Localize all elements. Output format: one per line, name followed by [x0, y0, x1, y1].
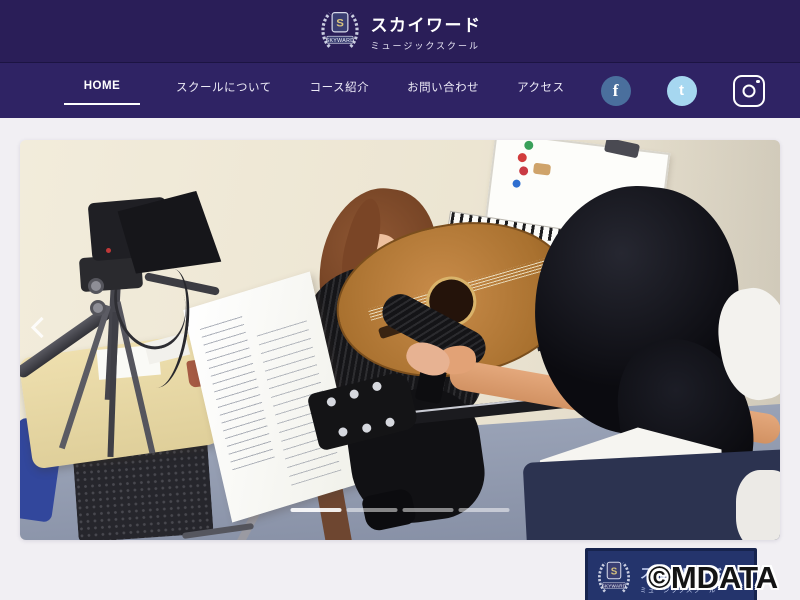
crest-brand-text: SKYWARD: [325, 38, 354, 44]
student-shirt-sleeve: [736, 470, 780, 540]
nav-item-about[interactable]: スクールについて: [174, 75, 274, 106]
carousel-indicator-1[interactable]: [291, 508, 342, 512]
instagram-lens-shape: [742, 84, 755, 97]
main-content: S SKYWARD スカイワード ミュージックスクール: [0, 140, 800, 600]
tuning-peg: [372, 381, 383, 392]
carousel-indicator-2[interactable]: [347, 508, 398, 512]
school-crest-logo-icon: S SKYWARD: [596, 558, 632, 598]
mount-knob: [88, 278, 104, 294]
magnet-red: [519, 166, 529, 176]
nav-item-home[interactable]: HOME: [64, 76, 140, 105]
magnet-red: [517, 153, 527, 163]
mdata-watermark: ©MDATA: [648, 560, 778, 596]
page: S SKYWARD スカイワード ミュージックスクール HOME スクールについ…: [0, 0, 800, 600]
tuning-peg: [349, 389, 360, 400]
camera-record-light: [106, 248, 111, 253]
carousel-indicators: [291, 508, 510, 512]
site-subtitle: ミュージックスクール: [371, 39, 482, 52]
crest-monogram: S: [336, 18, 344, 30]
mount-knob: [90, 300, 106, 316]
magnet-green: [524, 140, 534, 150]
social-links: f t: [601, 75, 800, 107]
site-title: スカイワード: [371, 11, 482, 36]
tuning-peg: [338, 427, 349, 438]
tuning-peg: [361, 423, 372, 434]
nav-item-access[interactable]: アクセス: [515, 75, 566, 106]
nav-item-contact[interactable]: お問い合わせ: [405, 75, 481, 106]
nav-item-courses[interactable]: コース紹介: [308, 75, 371, 106]
instagram-dot-shape: [756, 80, 760, 84]
brand-text: スカイワード ミュージックスクール: [371, 11, 482, 52]
twitter-icon[interactable]: t: [667, 76, 697, 106]
carousel-prev-button[interactable]: [31, 317, 52, 338]
magnet-blue: [512, 179, 521, 188]
crest-monogram: S: [611, 566, 618, 577]
magnet-tan: [533, 163, 551, 176]
tuning-peg: [385, 417, 396, 428]
carousel-indicator-3[interactable]: [403, 508, 454, 512]
site-header: S SKYWARD スカイワード ミュージックスクール: [0, 0, 800, 62]
tuning-peg: [326, 396, 337, 407]
crest-brand-text: SKYWARD: [602, 583, 627, 588]
hero-carousel-photo: [20, 140, 780, 540]
school-crest-logo-icon: S SKYWARD: [319, 8, 361, 54]
main-nav: HOME スクールについて コース紹介 お問い合わせ アクセス f t: [0, 62, 800, 118]
facebook-icon[interactable]: f: [601, 76, 631, 106]
carousel-indicator-4[interactable]: [459, 508, 510, 512]
instagram-icon[interactable]: [733, 75, 765, 107]
